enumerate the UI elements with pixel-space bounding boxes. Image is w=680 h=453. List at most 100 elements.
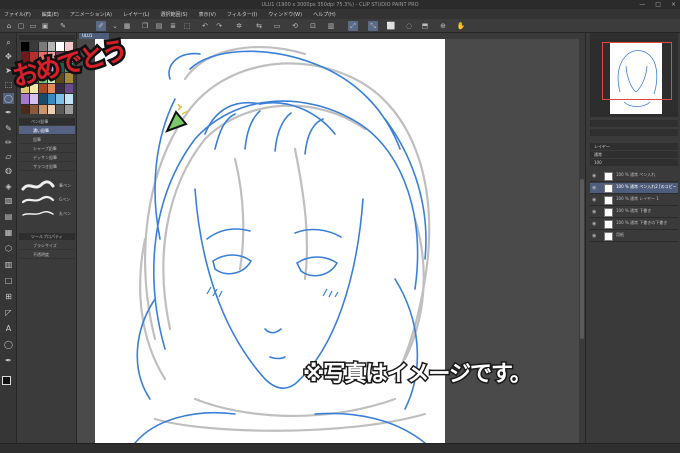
grid-icon[interactable]: ▦ <box>122 21 132 31</box>
blend-tool-icon[interactable]: ◍ <box>3 165 14 176</box>
brush-stroke-preview[interactable] <box>21 207 55 221</box>
layer-row[interactable]: ◉ 100 % 通常 下書き <box>590 207 678 218</box>
main-color-swatch[interactable] <box>2 376 11 385</box>
color-swatch[interactable] <box>21 104 29 114</box>
fill-icon[interactable]: ⬒ <box>420 21 430 31</box>
layer-row[interactable]: ◉ 100 % 通常 ペン入れ <box>590 171 678 182</box>
close-button[interactable]: × <box>671 0 676 9</box>
layer-row[interactable]: ◉ 100 % 通常 下書きの下書き <box>590 219 678 230</box>
save-icon[interactable]: ▣ <box>40 21 50 31</box>
eye-icon[interactable]: ◉ <box>592 186 596 191</box>
figure-tool-icon[interactable]: ▤ <box>3 211 14 222</box>
transform-icon[interactable]: ⬚ <box>182 21 192 31</box>
pen-pressure-icon[interactable]: ⤡ <box>368 21 378 31</box>
menu-window[interactable]: ウィンドウ(W) <box>268 11 302 18</box>
layer-row[interactable]: ◉ 100 % 通常 ペン入れ2 [のコピー] <box>590 183 678 194</box>
zoom-tool-icon[interactable]: ⌕ <box>3 37 14 48</box>
select-icon[interactable]: ⬜ <box>386 21 396 31</box>
tool-property-row[interactable]: 不透明度 <box>19 250 75 259</box>
fill-tool-icon[interactable]: ◈ <box>3 181 14 192</box>
navigator-zoom-slider[interactable] <box>590 120 678 127</box>
open-icon[interactable]: ▭ <box>28 21 38 31</box>
color-swatch[interactable] <box>38 104 47 114</box>
color-swatch[interactable] <box>47 94 56 104</box>
menu-view[interactable]: 表示(V) <box>199 11 216 18</box>
frame-tool-icon[interactable]: ▦ <box>3 227 14 238</box>
sub-tool-item[interactable]: 濃い鉛筆 <box>19 126 75 135</box>
hand-icon[interactable]: ✋ <box>456 21 466 31</box>
lasso-tool-icon[interactable]: ◯ <box>3 93 14 104</box>
lasso-icon[interactable]: ◌ <box>404 21 414 31</box>
ruler-icon[interactable]: ▭ <box>272 21 282 31</box>
tile-icon[interactable]: ▥ <box>326 21 336 31</box>
color-swatch[interactable] <box>29 104 38 114</box>
sub-tool-item[interactable]: 鉛筆 <box>19 135 75 144</box>
frame-icon[interactable]: ⊡ <box>308 21 318 31</box>
pencil-tool-icon[interactable]: ✏ <box>3 137 14 148</box>
color-swatch[interactable] <box>65 104 73 114</box>
layer-row[interactable]: ◉ 100 % 通常 レイヤー 1 <box>590 195 678 206</box>
stabilizer-icon[interactable]: ⤢ <box>348 21 358 31</box>
color-swatch[interactable] <box>38 94 47 104</box>
eye-icon[interactable]: ◉ <box>592 210 596 215</box>
brush-icon[interactable]: ✐ <box>96 21 106 31</box>
navigator-rotate-slider[interactable] <box>590 129 678 136</box>
color-swatch[interactable] <box>65 83 73 94</box>
color-swatch[interactable] <box>21 42 29 52</box>
flip-icon[interactable]: ⇆ <box>254 21 264 31</box>
color-swatch[interactable] <box>56 94 65 104</box>
color-swatch[interactable] <box>21 94 29 104</box>
minimize-button[interactable]: — <box>639 0 645 9</box>
shape-tool-icon[interactable]: □ <box>3 275 14 286</box>
line-tool-icon[interactable]: ◸ <box>3 307 14 318</box>
eye-icon[interactable]: ◉ <box>592 222 596 227</box>
stack-icon[interactable]: ≣ <box>168 21 178 31</box>
undo-icon[interactable]: ↶ <box>200 21 210 31</box>
copy-icon[interactable]: ❐ <box>140 21 150 31</box>
eye-icon[interactable]: ◉ <box>592 174 596 179</box>
color-swatch[interactable] <box>56 104 65 114</box>
zoom-icon[interactable]: ⊕ <box>438 21 448 31</box>
menu-layer[interactable]: レイヤー(L) <box>123 11 150 18</box>
pen-icon[interactable]: ✎ <box>58 21 68 31</box>
maximize-button[interactable]: □ <box>655 0 661 9</box>
correct-line-tool-icon[interactable]: ✒ <box>3 355 14 366</box>
color-set-tabs[interactable] <box>19 35 75 40</box>
menu-help[interactable]: ヘルプ(H) <box>313 11 336 18</box>
scroll-thumb[interactable] <box>580 179 584 339</box>
ruler-tool-icon[interactable]: ▥ <box>3 259 14 270</box>
pen-tool-icon[interactable]: ✎ <box>3 123 14 134</box>
navigator-view-frame[interactable] <box>602 42 672 100</box>
balloon-tool-icon[interactable]: ◯ <box>3 339 14 350</box>
operation-tool-icon[interactable]: ⬡ <box>3 243 14 254</box>
menu-selection[interactable]: 選択範囲(S) <box>161 11 188 18</box>
sub-tool-item[interactable]: デッサン鉛筆 <box>19 153 75 162</box>
home-icon[interactable]: ⌂ <box>4 21 14 31</box>
grid-tool-icon[interactable]: ⊞ <box>3 291 14 302</box>
color-swatch[interactable] <box>47 104 56 114</box>
blend-mode-select[interactable]: 通常 <box>590 151 678 158</box>
text-tool-icon[interactable]: A <box>3 323 14 334</box>
menu-edit[interactable]: 編集(E) <box>42 11 59 18</box>
menu-animation[interactable]: アニメーション(A) <box>70 11 112 18</box>
layer-opacity[interactable]: 100 <box>590 159 678 166</box>
sub-tool-item[interactable]: シャープ鉛筆 <box>19 144 75 153</box>
gear-icon[interactable]: ✲ <box>234 21 244 31</box>
layer-icon[interactable]: ▤ <box>154 21 164 31</box>
color-swatch[interactable] <box>56 83 65 94</box>
eraser-tool-icon[interactable]: ▱ <box>3 151 14 162</box>
menu-file[interactable]: ファイル(F) <box>4 11 31 18</box>
new-file-icon[interactable]: ▢ <box>16 21 26 31</box>
menu-filter[interactable]: フィルター(I) <box>227 11 257 18</box>
navigator[interactable] <box>590 39 678 117</box>
eye-icon[interactable]: ◉ <box>592 198 596 203</box>
redo-icon[interactable]: ↷ <box>214 21 224 31</box>
brush-stroke-preview[interactable] <box>21 193 55 207</box>
color-swatch[interactable] <box>29 94 38 104</box>
layer-row[interactable]: ◉ 用紙 <box>590 231 678 242</box>
brush-stroke-preview[interactable] <box>21 179 55 193</box>
gradient-tool-icon[interactable]: ▧ <box>3 195 14 206</box>
tool-property-row[interactable]: ブラシサイズ <box>19 241 75 250</box>
selection-tool-icon[interactable]: ⬚ <box>3 79 14 90</box>
sub-tool-item[interactable]: ザラつき鉛筆 <box>19 162 75 171</box>
